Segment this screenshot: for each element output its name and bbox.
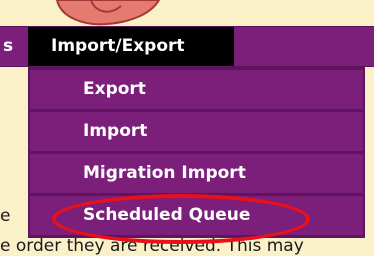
menu-item-export[interactable]: Export [30,70,363,109]
menu-item-import[interactable]: Import [30,112,363,151]
menu-item-migration-import[interactable]: Migration Import [30,154,363,193]
main-nav-bar: s Import/Export [0,26,374,67]
menu-item-scheduled-queue[interactable]: Scheduled Queue [30,196,363,235]
background-body-text: e order they are received. This may [0,236,304,256]
background-text-fragment: e [0,206,11,226]
nav-item-import-export[interactable]: Import/Export [28,27,234,66]
logo-art [55,0,161,26]
import-export-dropdown: Export Import Migration Import Scheduled… [28,67,365,238]
nav-item-previous[interactable]: s [0,27,26,66]
